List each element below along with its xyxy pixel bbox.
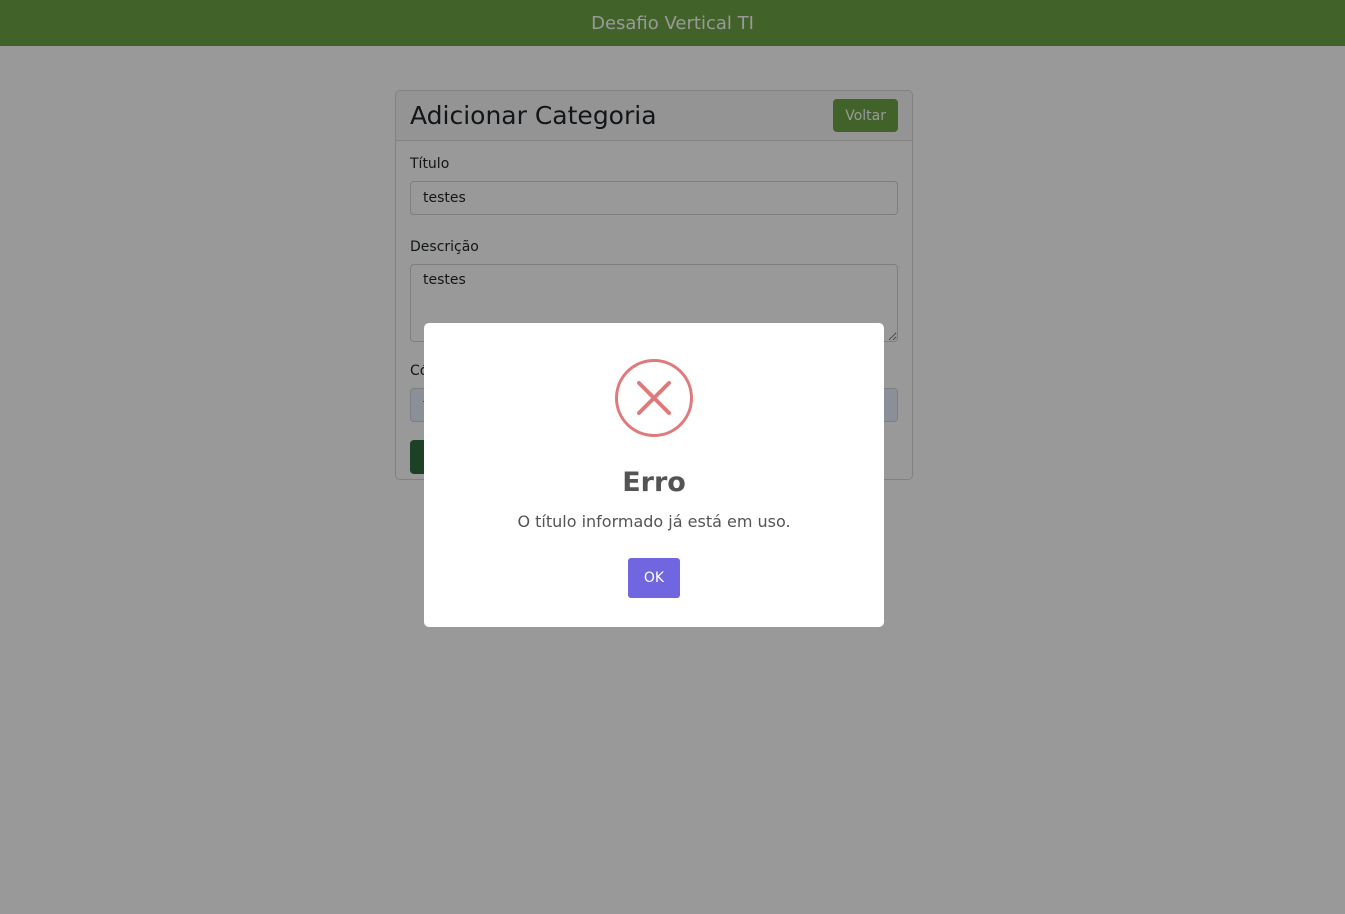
x-mark-icon [637, 381, 671, 415]
ok-button[interactable]: OK [628, 558, 680, 598]
dialog-message: O título informado já está em uso. [517, 512, 791, 531]
dialog-title: Erro [622, 467, 686, 498]
error-x-icon [615, 359, 693, 437]
modal-backdrop[interactable]: Erro O título informado já está em uso. … [0, 0, 1345, 914]
error-dialog: Erro O título informado já está em uso. … [424, 323, 884, 627]
